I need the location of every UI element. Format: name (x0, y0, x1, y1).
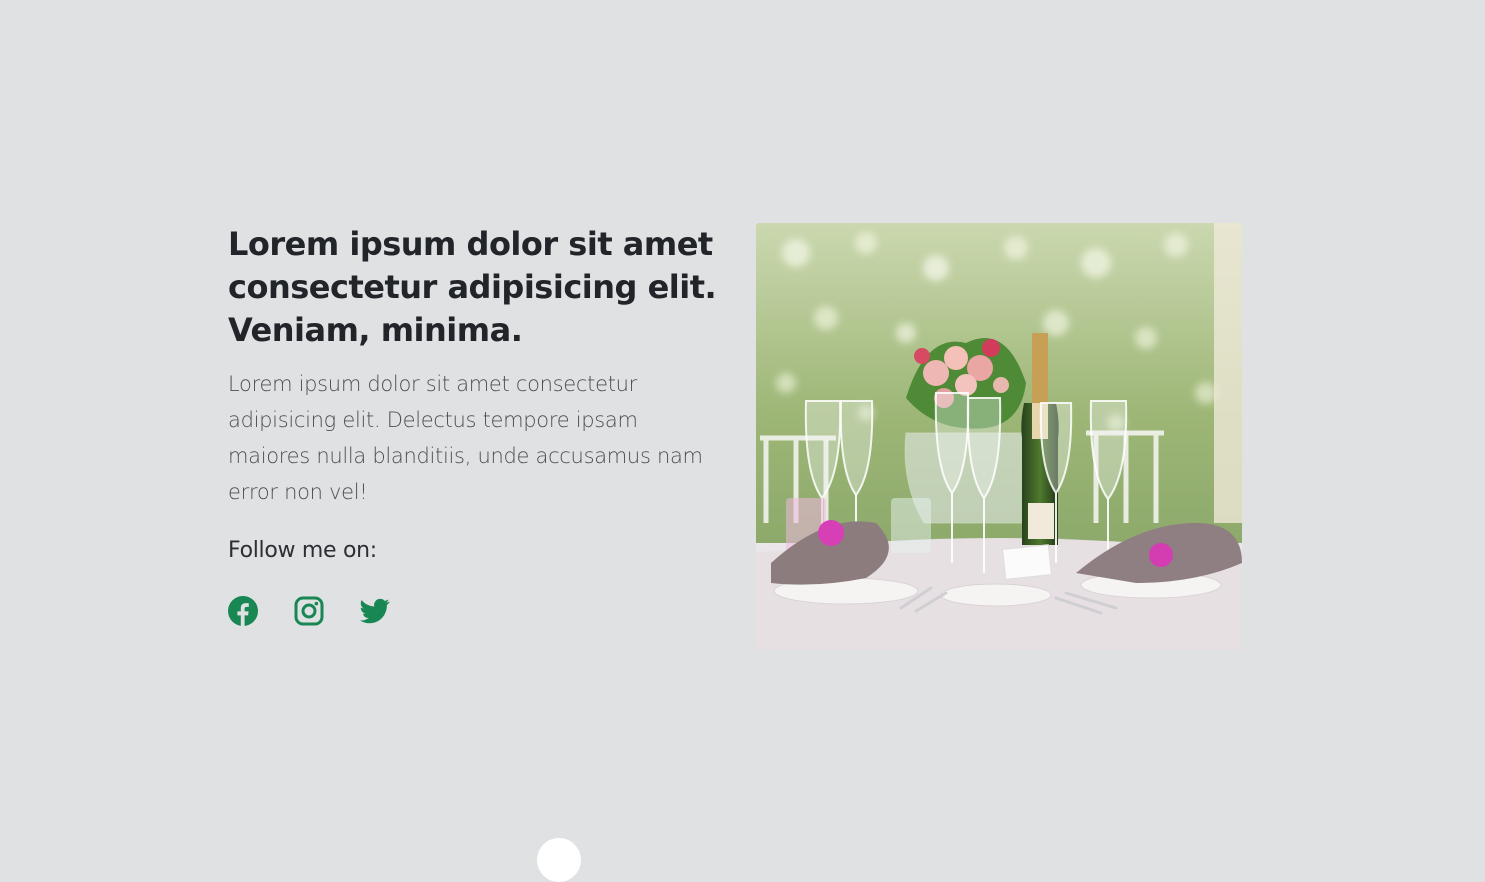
hero-text-column: Lorem ipsum dolor sit amet consectetur a… (228, 223, 718, 626)
follow-label: Follow me on: (228, 538, 377, 563)
instagram-link[interactable] (294, 596, 324, 626)
facebook-icon (228, 596, 258, 626)
hero-image (756, 223, 1242, 650)
twitter-icon (360, 598, 390, 624)
social-links (228, 596, 718, 626)
instagram-icon (294, 596, 324, 626)
hero-description: Lorem ipsum dolor sit amet consectetur a… (228, 372, 703, 504)
facebook-link[interactable] (228, 596, 258, 626)
twitter-link[interactable] (360, 596, 390, 626)
scroll-to-top-button[interactable] (537, 838, 581, 882)
hero-section: Lorem ipsum dolor sit amet consectetur a… (228, 223, 1242, 650)
page-title: Lorem ipsum dolor sit amet consectetur a… (228, 225, 717, 349)
